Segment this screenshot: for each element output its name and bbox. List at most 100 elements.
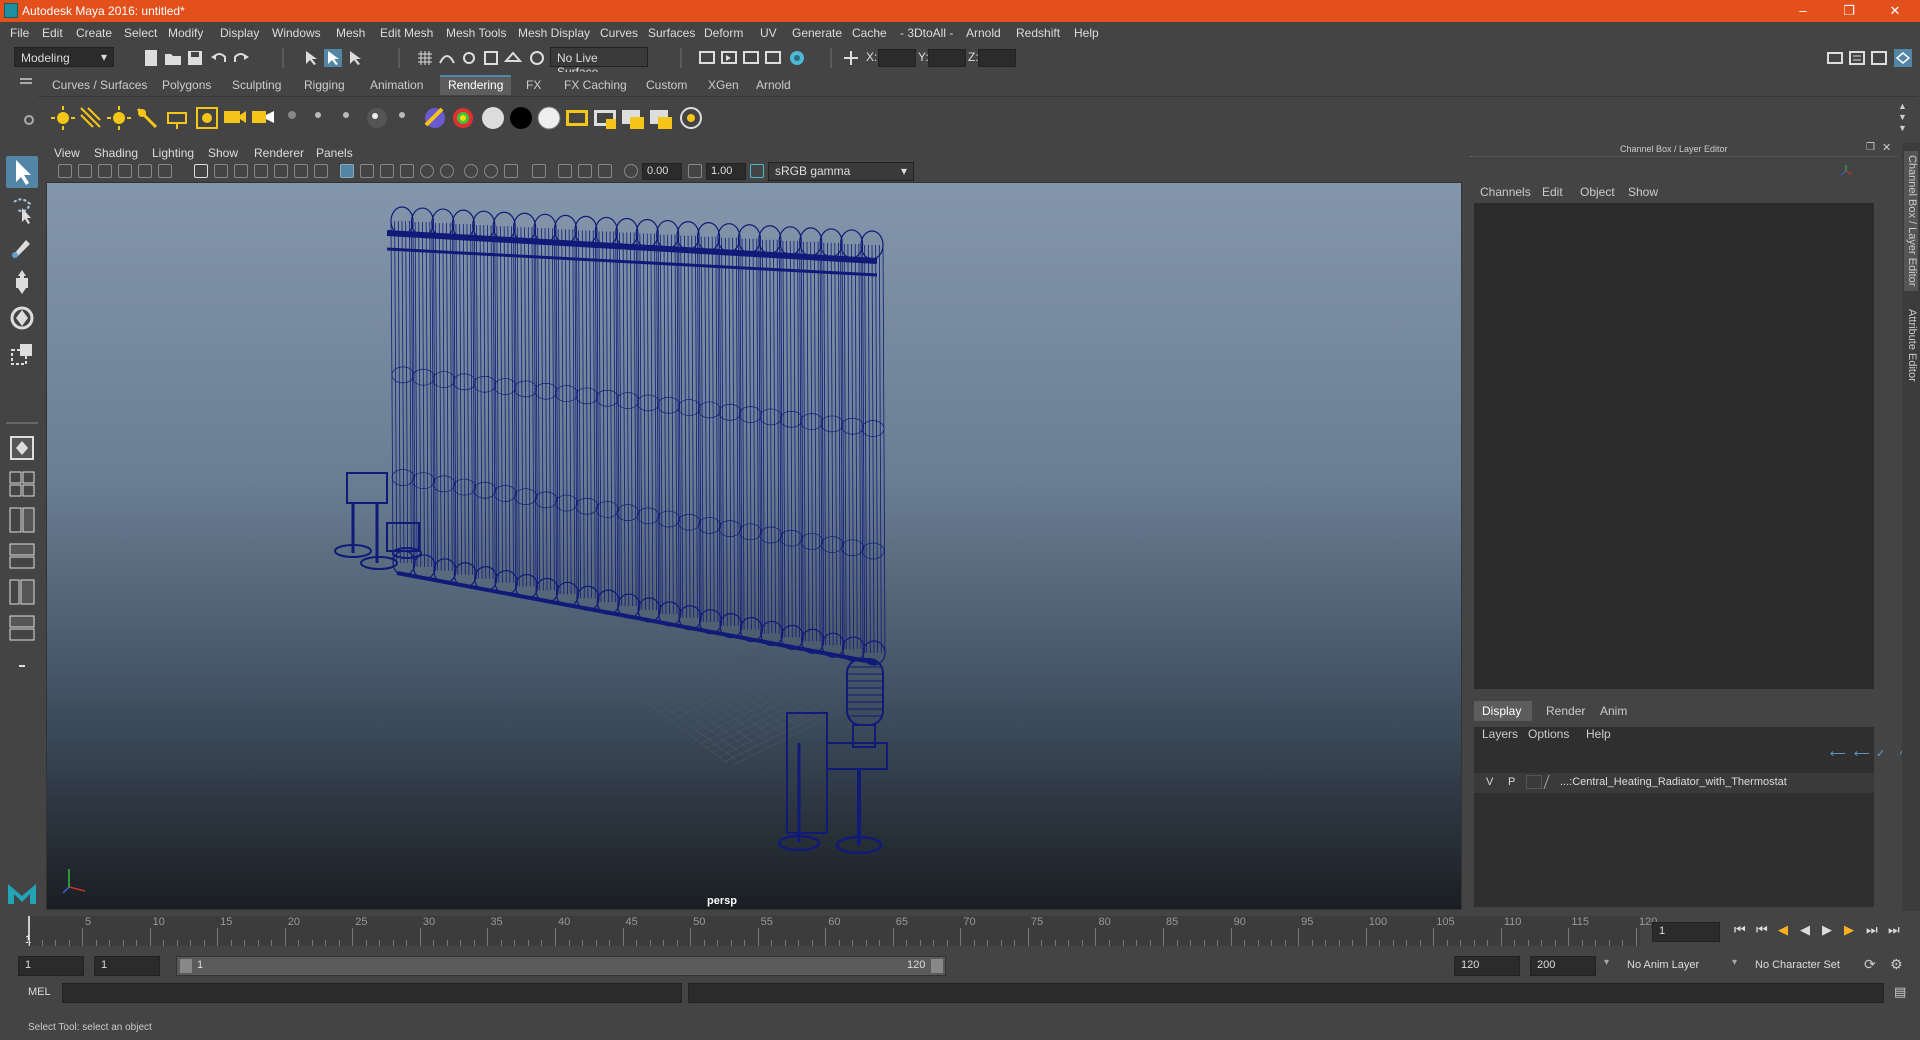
wireframe-on-shaded-icon[interactable] [380, 164, 394, 178]
scale-tool[interactable] [6, 338, 38, 370]
bookmark-icon[interactable] [98, 164, 112, 178]
redo-icon[interactable] [232, 49, 250, 67]
close-button[interactable]: ✕ [1872, 0, 1918, 22]
channel-menu-show[interactable]: Show [1628, 185, 1658, 199]
render-view-icon[interactable] [620, 105, 646, 131]
viewport-menu-lighting[interactable]: Lighting [152, 146, 194, 160]
undo-icon[interactable] [210, 49, 228, 67]
menu-file[interactable]: File [10, 26, 29, 40]
current-frame-field[interactable]: 1 [1652, 922, 1720, 942]
restore-button[interactable]: ❐ [1826, 0, 1872, 22]
select-component-icon[interactable] [346, 49, 364, 67]
point-light-icon[interactable] [106, 105, 132, 131]
step-back-key-icon[interactable]: ⏮ [1756, 922, 1768, 938]
play-forward-icon[interactable]: ▶ [1822, 922, 1832, 938]
command-input[interactable] [62, 983, 682, 1003]
shelf-tab-fx-caching[interactable]: FX Caching [556, 75, 635, 95]
y-field[interactable] [928, 49, 966, 67]
menu-mesh[interactable]: Mesh [336, 26, 365, 40]
minimize-button[interactable]: – [1780, 0, 1826, 22]
persp-graph-layout[interactable] [6, 540, 38, 572]
layer-menu-help[interactable]: Help [1586, 727, 1611, 741]
single-perspective-layout[interactable] [6, 432, 38, 464]
blinn-material-icon[interactable] [336, 105, 362, 131]
shelf-tab-polygons[interactable]: Polygons [154, 75, 219, 95]
rotate-tool[interactable] [6, 302, 38, 334]
shelf-tab-rigging[interactable]: Rigging [296, 75, 353, 95]
menu-create[interactable]: Create [76, 26, 112, 40]
screen-space-ao-icon[interactable] [464, 164, 478, 178]
shelf-tab-arnold[interactable]: Arnold [748, 75, 799, 95]
outliner-layout[interactable] [6, 612, 38, 644]
transform-constraint-icon[interactable] [842, 49, 860, 67]
shelf-tab-fx[interactable]: FX [518, 75, 549, 95]
character-set-dropdown[interactable]: No Character Set [1748, 956, 1864, 976]
channel-menu-channels[interactable]: Channels [1480, 185, 1531, 199]
select-tool[interactable] [6, 156, 38, 188]
film-gate-icon[interactable] [214, 164, 228, 178]
isolate-select-icon[interactable] [532, 164, 546, 178]
channel-box-toggle-icon[interactable] [1894, 49, 1912, 67]
volume-light-icon[interactable] [194, 105, 220, 131]
menu-arnold[interactable]: Arnold [966, 26, 1001, 40]
menu-cache[interactable]: Cache [852, 26, 887, 40]
anim-layer-dropdown-arrow[interactable]: ▾ [1604, 957, 1609, 968]
phong-material-icon[interactable] [308, 105, 334, 131]
shelf-tab-sculpting[interactable]: Sculpting [224, 75, 289, 95]
live-surface-icon[interactable] [528, 49, 546, 67]
shelf-tab-xgen[interactable]: XGen [700, 75, 747, 95]
anti-aliasing-icon[interactable] [504, 164, 518, 178]
gamma-field[interactable]: 1.00 [706, 163, 746, 180]
side-tab-channel-box[interactable]: Channel Box / Layer Editor [1904, 151, 1918, 291]
layer-move-down-icon[interactable]: ⟵ [1854, 747, 1870, 760]
character-set-dropdown-arrow[interactable]: ▾ [1732, 957, 1737, 968]
go-to-end-icon[interactable]: ⏭ [1888, 922, 1900, 938]
layer-tab-render[interactable]: Render [1538, 701, 1590, 721]
safe-title-icon[interactable] [314, 164, 328, 178]
layer-playback-toggle[interactable]: P [1508, 776, 1515, 788]
animation-end-field[interactable]: 200 [1530, 956, 1596, 976]
time-slider[interactable]: 1 51015202530354045505560657075808590951… [25, 916, 1657, 946]
step-forward-key-icon[interactable]: ⏭ [1866, 922, 1878, 938]
menu-curves[interactable]: Curves [600, 26, 638, 40]
script-language-label[interactable]: MEL [28, 986, 51, 998]
menu-mesh-tools[interactable]: Mesh Tools [446, 26, 506, 40]
menu-help[interactable]: Help [1074, 26, 1099, 40]
layer-tab-display[interactable]: Display [1474, 701, 1532, 721]
move-tool[interactable] [6, 266, 38, 298]
menu-select[interactable]: Select [124, 26, 157, 40]
spot-light-icon[interactable] [134, 105, 160, 131]
animation-preferences-icon[interactable]: ⚙ [1890, 956, 1903, 973]
render-settings-icon[interactable] [742, 49, 760, 67]
field-chart-icon[interactable] [274, 164, 288, 178]
render-current-frame-icon[interactable] [698, 49, 716, 67]
layer-color-swatch[interactable] [1526, 775, 1542, 789]
snap-view-icon[interactable] [482, 49, 500, 67]
select-hierarchy-icon[interactable] [302, 49, 320, 67]
gate-mask-icon[interactable] [254, 164, 268, 178]
menu-edit-mesh[interactable]: Edit Mesh [380, 26, 433, 40]
viewport-menu-panels[interactable]: Panels [316, 146, 353, 160]
ambient-light-icon[interactable] [50, 105, 76, 131]
go-to-start-icon[interactable]: ⏮ [1734, 922, 1746, 938]
paint-select-tool[interactable] [6, 230, 38, 262]
grease-pencil-icon[interactable] [158, 164, 172, 178]
camera-select-icon[interactable] [58, 164, 72, 178]
camera-up-icon[interactable] [250, 105, 276, 131]
render-region-icon[interactable] [564, 105, 590, 131]
shelf-options-icon[interactable] [24, 115, 34, 125]
shelf-tab-rendering[interactable]: Rendering [440, 75, 512, 95]
menu-deform[interactable]: Deform [704, 26, 743, 40]
menu-display[interactable]: Display [220, 26, 259, 40]
script-editor-icon[interactable]: ▤ [1894, 984, 1906, 1000]
wireframe-icon[interactable] [340, 164, 354, 178]
phong-e-material-icon[interactable] [364, 105, 390, 131]
animation-start-field[interactable]: 1 [18, 956, 84, 976]
shelf-tab-curves-surfaces[interactable]: Curves / Surfaces [44, 75, 155, 95]
anim-layer-dropdown[interactable]: No Anim Layer [1620, 956, 1724, 976]
camera-attributes-icon[interactable] [78, 164, 92, 178]
close-panel-icon[interactable]: ✕ [1882, 141, 1891, 154]
hypershade-icon[interactable] [764, 49, 782, 67]
ipr-icon[interactable] [648, 105, 674, 131]
layered-shader-icon[interactable] [450, 105, 476, 131]
